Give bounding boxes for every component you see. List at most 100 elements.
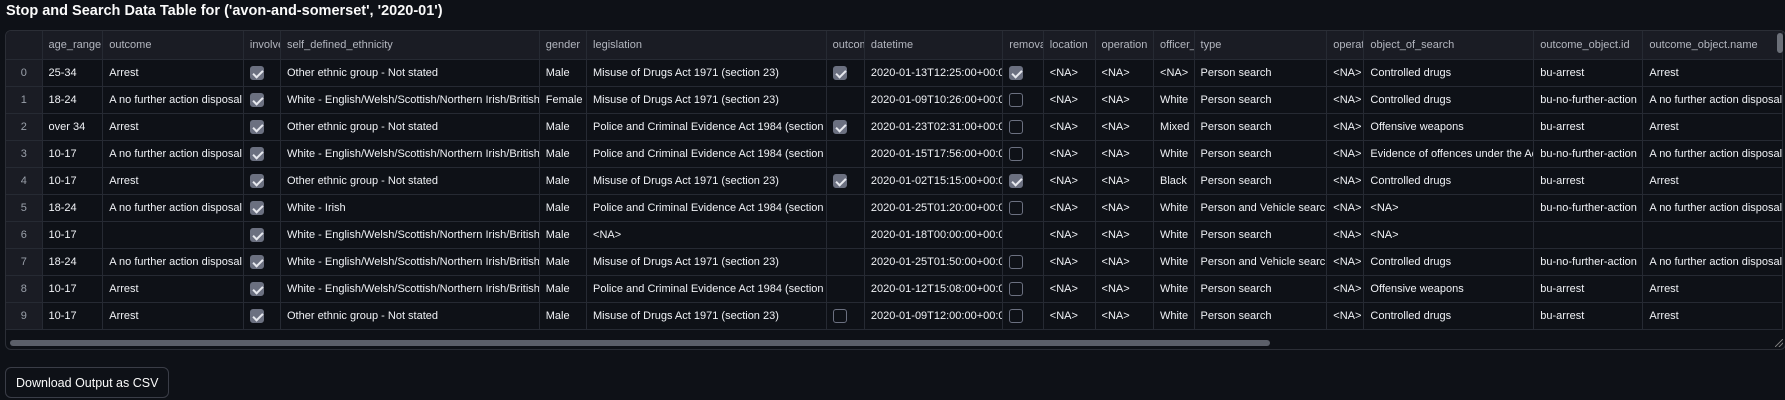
cell-outcome-linked-to-object-of-search[interactable] [826, 167, 865, 195]
cell-type[interactable]: Person search [1194, 221, 1328, 249]
cell-self-defined-ethnicity[interactable]: White - English/Welsh/Scottish/Northern … [280, 140, 540, 168]
cell-operation-name[interactable]: <NA> [1326, 275, 1365, 303]
cell-operation-name[interactable]: <NA> [1326, 302, 1365, 330]
cell-age-range[interactable]: 10-17 [42, 221, 104, 249]
cell-involved-person[interactable] [243, 86, 282, 114]
cell-outcome-object-id[interactable]: bu-no-further-action [1533, 194, 1644, 222]
cell-object-of-search[interactable]: Controlled drugs [1363, 302, 1535, 330]
cell-legislation[interactable]: Police and Criminal Evidence Act 1984 (s… [586, 275, 827, 303]
cell-involved-person[interactable] [243, 248, 282, 276]
cell-location[interactable]: <NA> [1043, 275, 1096, 303]
cell-location[interactable]: <NA> [1043, 302, 1096, 330]
cell-outcome-object-name[interactable]: Arrest [1642, 113, 1783, 141]
cell-outcome[interactable]: Arrest [102, 167, 244, 195]
data-grid[interactable]: age_rangeoutcomeinvolved_personself_defi… [6, 31, 1783, 330]
cell-outcome-object-name[interactable]: Arrest [1642, 302, 1783, 330]
cell-involved-person[interactable] [243, 140, 282, 168]
cell-gender[interactable]: Male [539, 113, 588, 141]
cell-removal-of-more-than-outer-clothing[interactable] [1002, 167, 1044, 195]
cell-datetime[interactable]: 2020-01-25T01:50:00+00:00 [864, 248, 1004, 276]
cell-age-range[interactable]: 10-17 [42, 167, 104, 195]
cell-gender[interactable]: Male [539, 167, 588, 195]
table-row[interactable]: 6 10-17 White - English/Welsh/Scottish/Nor… [6, 221, 1783, 249]
cell-legislation[interactable]: Misuse of Drugs Act 1971 (section 23) [586, 167, 827, 195]
cell-operation[interactable]: <NA> [1095, 275, 1155, 303]
table-row[interactable]: 8 10-17 Arrest White - English/Welsh/Scotti… [6, 275, 1783, 303]
cell-object-of-search[interactable]: Offensive weapons [1363, 275, 1535, 303]
cell-outcome-linked-to-object-of-search[interactable] [826, 140, 865, 168]
cell-gender[interactable]: Male [539, 248, 588, 276]
table-row[interactable]: 2 over 34 Arrest Other ethnic group - Not s… [6, 113, 1783, 141]
cell-type[interactable]: Person search [1194, 113, 1328, 141]
cell-legislation[interactable]: Misuse of Drugs Act 1971 (section 23) [586, 302, 827, 330]
cell-datetime[interactable]: 2020-01-02T15:15:00+00:00 [864, 167, 1004, 195]
cell-gender[interactable]: Male [539, 302, 588, 330]
cell-removal-of-more-than-outer-clothing[interactable] [1002, 86, 1044, 114]
cell-outcome-object-name[interactable]: Arrest [1642, 275, 1783, 303]
cell-gender[interactable]: Female [539, 86, 588, 114]
cell-object-of-search[interactable]: Controlled drugs [1363, 248, 1535, 276]
cell-location[interactable]: <NA> [1043, 86, 1096, 114]
cell-outcome[interactable]: A no further action disposal [102, 194, 244, 222]
cell-self-defined-ethnicity[interactable]: Other ethnic group - Not stated [280, 167, 540, 195]
cell-location[interactable]: <NA> [1043, 221, 1096, 249]
cell-outcome[interactable]: Arrest [102, 113, 244, 141]
cell-type[interactable]: Person and Vehicle search [1194, 194, 1328, 222]
cell-involved-person[interactable] [243, 275, 282, 303]
cell-officer-defined-ethnicity[interactable]: White [1153, 275, 1195, 303]
cell-officer-defined-ethnicity[interactable]: White [1153, 221, 1195, 249]
cell-self-defined-ethnicity[interactable]: Other ethnic group - Not stated [280, 113, 540, 141]
column-header-index[interactable] [6, 31, 43, 60]
cell-removal-of-more-than-outer-clothing[interactable] [1002, 302, 1044, 330]
cell-outcome-object-id[interactable] [1533, 221, 1644, 249]
cell-legislation[interactable]: Misuse of Drugs Act 1971 (section 23) [586, 248, 827, 276]
cell-gender[interactable]: Male [539, 275, 588, 303]
column-header-datetime[interactable]: datetime [864, 31, 1004, 60]
cell-operation-name[interactable]: <NA> [1326, 140, 1365, 168]
cell-self-defined-ethnicity[interactable]: White - English/Welsh/Scottish/Northern … [280, 248, 540, 276]
cell-age-range[interactable]: 18-24 [42, 248, 104, 276]
cell-datetime[interactable]: 2020-01-13T12:25:00+00:00 [864, 59, 1004, 87]
cell-type[interactable]: Person search [1194, 59, 1328, 87]
cell-legislation[interactable]: Police and Criminal Evidence Act 1984 (s… [586, 140, 827, 168]
cell-object-of-search[interactable]: Controlled drugs [1363, 59, 1535, 87]
cell-outcome-linked-to-object-of-search[interactable] [826, 113, 865, 141]
cell-object-of-search[interactable]: Controlled drugs [1363, 86, 1535, 114]
cell-operation[interactable]: <NA> [1095, 248, 1155, 276]
cell-location[interactable]: <NA> [1043, 113, 1096, 141]
cell-involved-person[interactable] [243, 221, 282, 249]
cell-outcome-linked-to-object-of-search[interactable] [826, 194, 865, 222]
cell-object-of-search[interactable]: <NA> [1363, 221, 1535, 249]
cell-operation[interactable]: <NA> [1095, 221, 1155, 249]
cell-legislation[interactable]: Misuse of Drugs Act 1971 (section 23) [586, 86, 827, 114]
column-header-outcome[interactable]: outcome [102, 31, 244, 60]
cell-involved-person[interactable] [243, 113, 282, 141]
cell-datetime[interactable]: 2020-01-12T15:08:00+00:00 [864, 275, 1004, 303]
resize-handle-icon[interactable] [1775, 339, 1783, 347]
cell-removal-of-more-than-outer-clothing[interactable] [1002, 59, 1044, 87]
column-header-object-of-search[interactable]: object_of_search [1363, 31, 1535, 60]
data-table[interactable]: age_rangeoutcomeinvolved_personself_defi… [5, 30, 1785, 350]
cell-officer-defined-ethnicity[interactable]: Mixed [1153, 113, 1195, 141]
cell-involved-person[interactable] [243, 59, 282, 87]
cell-location[interactable]: <NA> [1043, 248, 1096, 276]
cell-outcome-object-id[interactable]: bu-no-further-action [1533, 248, 1644, 276]
cell-legislation[interactable]: Misuse of Drugs Act 1971 (section 23) [586, 59, 827, 87]
cell-datetime[interactable]: 2020-01-18T00:00:00+00:00 [864, 221, 1004, 249]
cell-outcome-linked-to-object-of-search[interactable] [826, 275, 865, 303]
cell-object-of-search[interactable]: Offensive weapons [1363, 113, 1535, 141]
cell-involved-person[interactable] [243, 302, 282, 330]
cell-location[interactable]: <NA> [1043, 194, 1096, 222]
cell-outcome-linked-to-object-of-search[interactable] [826, 86, 865, 114]
table-row[interactable]: 1 18-24 A no further action disposal White … [6, 86, 1783, 114]
cell-self-defined-ethnicity[interactable]: White - English/Welsh/Scottish/Northern … [280, 86, 540, 114]
cell-operation-name[interactable]: <NA> [1326, 59, 1365, 87]
cell-gender[interactable]: Male [539, 194, 588, 222]
column-header-gender[interactable]: gender [539, 31, 588, 60]
cell-age-range[interactable]: 25-34 [42, 59, 104, 87]
cell-outcome-linked-to-object-of-search[interactable] [826, 221, 865, 249]
cell-object-of-search[interactable]: Controlled drugs [1363, 167, 1535, 195]
cell-age-range[interactable]: 10-17 [42, 302, 104, 330]
cell-officer-defined-ethnicity[interactable]: White [1153, 140, 1195, 168]
cell-removal-of-more-than-outer-clothing[interactable] [1002, 140, 1044, 168]
